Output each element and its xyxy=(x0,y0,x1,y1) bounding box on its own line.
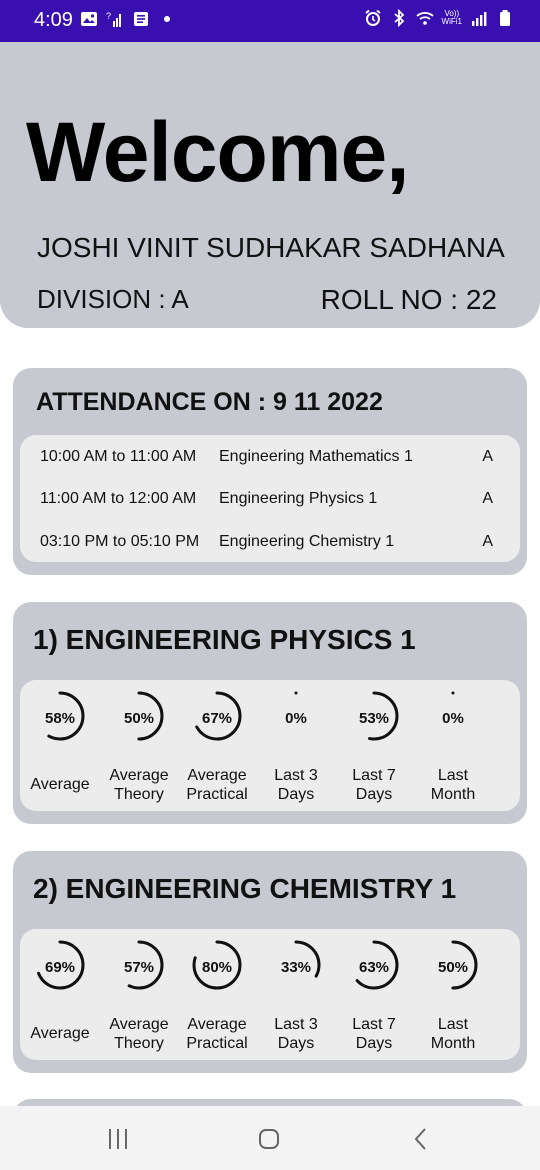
stat-percent: 58% xyxy=(44,710,76,727)
subject-card-physics[interactable]: 1) ENGINEERING PHYSICS 1 58% Average 50% Av… xyxy=(13,602,527,824)
stat-label: Last 7 xyxy=(352,1016,396,1033)
status-bar: 4:09 ? Vo)) WiFi1 xyxy=(0,0,540,42)
stat-gauge: 67% Average Practical xyxy=(177,680,257,811)
roll-number-label: ROLL NO : 22 xyxy=(320,284,497,315)
home-icon[interactable] xyxy=(254,1124,284,1154)
svg-text:?: ? xyxy=(106,11,111,21)
stat-label: Days xyxy=(277,786,315,803)
stat-gauge: 57% Average Theory xyxy=(99,929,179,1060)
stat-percent: 0% xyxy=(442,710,464,727)
student-name: JOSHI VINIT SUDHAKAR SADHANA xyxy=(37,232,505,263)
attendance-list: 10:00 AM to 11:00 AM Engineering Mathema… xyxy=(20,435,520,562)
bluetooth-icon xyxy=(393,9,404,27)
attendance-row: 03:10 PM to 05:10 PM Engineering Chemist… xyxy=(20,527,520,557)
stat-percent: 67% xyxy=(201,710,233,727)
stat-gauge: 58% Average xyxy=(20,680,100,811)
stat-percent: 63% xyxy=(358,959,390,976)
stat-label: Month xyxy=(430,786,476,803)
welcome-heading: Welcome, xyxy=(26,105,410,199)
stat-label: Last 3 xyxy=(274,1016,318,1033)
stat-percent: 33% xyxy=(280,959,312,976)
wifi-icon xyxy=(415,12,434,25)
stat-label: Average xyxy=(109,1016,169,1033)
stat-gauge: 0% Last Month xyxy=(413,680,493,811)
attendance-title: ATTENDANCE ON : 9 11 2022 xyxy=(36,388,383,416)
stat-label: Practical xyxy=(186,1035,248,1052)
attendance-time: 11:00 AM to 12:00 AM xyxy=(40,490,197,507)
stat-percent: 53% xyxy=(358,710,390,727)
attendance-row: 10:00 AM to 11:00 AM Engineering Mathema… xyxy=(20,442,520,472)
stat-label: Month xyxy=(430,1035,476,1052)
back-icon[interactable] xyxy=(406,1124,436,1154)
stat-gauge: 53% Last 7 Days xyxy=(334,680,414,811)
navigation-bar xyxy=(0,1106,540,1170)
attendance-subject: Engineering Mathematics 1 xyxy=(219,448,413,465)
stat-label: Average xyxy=(30,1025,90,1042)
status-left-icons: ? xyxy=(80,10,176,28)
battery-icon xyxy=(500,10,510,26)
attendance-row: 11:00 AM to 12:00 AM Engineering Physics… xyxy=(20,484,520,514)
stat-percent: 50% xyxy=(437,959,469,976)
division-label: DIVISION : A xyxy=(37,284,189,314)
stat-label: Practical xyxy=(186,786,248,803)
stat-label: Theory xyxy=(114,786,164,803)
stat-label: Average xyxy=(109,767,169,784)
image-icon xyxy=(81,12,97,26)
subject-stats: 58% Average 50% Average Theory 67% Average Prac… xyxy=(20,680,520,811)
subject-title: 1) ENGINEERING PHYSICS 1 xyxy=(33,624,416,655)
stat-percent: 69% xyxy=(44,959,76,976)
stat-label: Theory xyxy=(114,1035,164,1052)
stat-gauge: 69% Average xyxy=(20,929,100,1060)
stat-label: Days xyxy=(355,1035,393,1052)
signal-question-icon: ? xyxy=(106,11,121,27)
stat-gauge: 80% Average Practical xyxy=(177,929,257,1060)
stat-gauge: 50% Last Month xyxy=(413,929,493,1060)
wifi-calling-label: WiFi1 xyxy=(441,17,462,26)
attendance-card: ATTENDANCE ON : 9 11 2022 10:00 AM to 11… xyxy=(13,368,527,575)
signal-icon xyxy=(472,12,487,26)
stat-gauge: 33% Last 3 Days xyxy=(256,929,336,1060)
attendance-subject: Engineering Physics 1 xyxy=(219,490,378,507)
attendance-mark: A xyxy=(482,490,493,507)
status-time: 4:09 xyxy=(34,9,73,31)
subject-card-chemistry[interactable]: 2) ENGINEERING CHEMISTRY 1 69% Average 57%… xyxy=(13,851,527,1073)
stat-label: Days xyxy=(277,1035,315,1052)
stat-label: Last xyxy=(437,1016,469,1033)
document-icon xyxy=(134,12,148,26)
attendance-subject: Engineering Chemistry 1 xyxy=(219,533,395,550)
alarm-icon xyxy=(364,9,381,26)
attendance-mark: A xyxy=(482,533,493,550)
stat-percent: 0% xyxy=(285,710,307,727)
dot-icon xyxy=(164,16,170,22)
attendance-time: 03:10 PM to 05:10 PM xyxy=(40,533,200,550)
stat-label: Last xyxy=(437,767,469,784)
stat-percent: 57% xyxy=(123,959,155,976)
stat-gauge: 50% Average Theory xyxy=(99,680,179,811)
subject-title: 2) ENGINEERING CHEMISTRY 1 xyxy=(33,873,457,904)
stat-label: Last 3 xyxy=(274,767,318,784)
stat-percent: 80% xyxy=(201,959,233,976)
welcome-header: Welcome, JOSHI VINIT SUDHAKAR SADHANA DI… xyxy=(0,42,540,328)
attendance-mark: A xyxy=(482,448,493,465)
stat-percent: 50% xyxy=(123,710,155,727)
volte-wifi-label: Vo)) WiFi1 xyxy=(442,10,462,26)
subject-stats: 69% Average 57% Average Theory 80% Average Prac… xyxy=(20,929,520,1060)
stat-gauge: 63% Last 7 Days xyxy=(334,929,414,1060)
stat-label: Average xyxy=(30,776,90,793)
stat-label: Average xyxy=(187,767,247,784)
stat-label: Days xyxy=(355,786,393,803)
stat-gauge: 0% Last 3 Days xyxy=(256,680,336,811)
stat-label: Last 7 xyxy=(352,767,396,784)
stat-label: Average xyxy=(187,1016,247,1033)
attendance-time: 10:00 AM to 11:00 AM xyxy=(40,448,197,465)
recent-apps-icon[interactable] xyxy=(103,1124,133,1154)
status-right-icons: Vo)) WiFi1 xyxy=(364,9,514,27)
